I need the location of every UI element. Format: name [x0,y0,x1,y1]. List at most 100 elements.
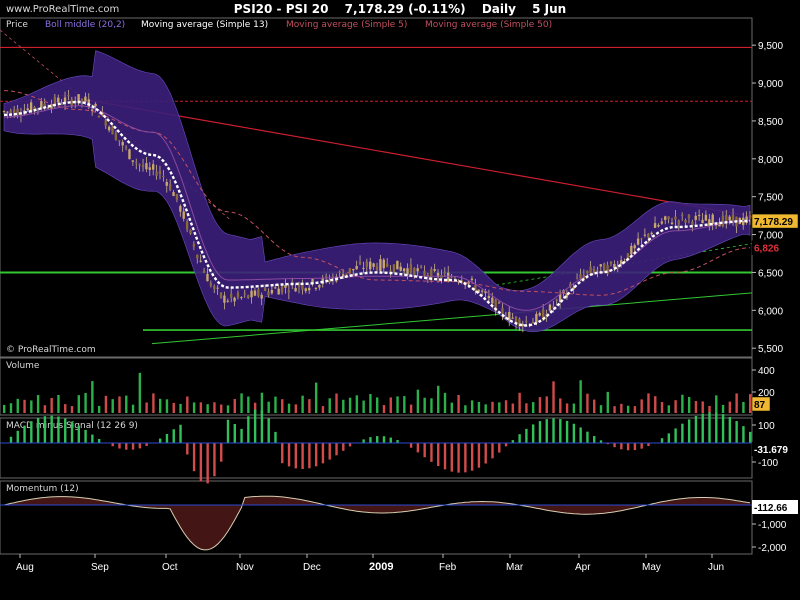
volume-bar [559,398,562,413]
volume-bar [348,397,352,413]
candle-body [497,302,501,304]
volume-bar [470,400,474,413]
volume-bar [552,381,555,413]
price-tick-label: 7,500 [758,193,783,204]
value-badges: 7,178.29 6,826 87 -31.679 -112.66 [751,213,799,514]
candle-body [389,270,392,272]
candle-body [667,216,670,220]
candle-body [294,287,297,292]
macd-bar [23,425,26,443]
macd-bar [504,443,508,447]
volume-bar [511,403,515,413]
candle-body [352,268,355,271]
volume-bar [192,402,196,413]
candle-body [2,111,6,113]
volume-bar [660,402,664,413]
legend-boll: Boll middle (20,2) [45,20,125,30]
macd-bar [226,419,230,443]
volume-bar [640,399,643,413]
candle-body [596,269,599,271]
volume-bar [633,406,637,413]
candle-body [555,299,558,301]
macd-bar [247,416,250,443]
candle-body [345,273,348,275]
volume-bar [620,403,623,413]
volume-bar [525,403,528,413]
volume-bar [376,397,379,413]
macd-bar [308,443,311,469]
macd-bar [165,433,169,443]
candle-body [501,307,504,314]
momentum-tick-label: -2,000 [758,543,787,554]
macd-bar [437,443,440,467]
volume-bar [593,399,596,413]
volume-bar [626,405,630,413]
volume-bar [437,385,440,413]
candle-body [589,266,592,273]
volume-bar [518,392,521,413]
candle-body [158,170,162,175]
macd-bar [626,443,630,451]
macd-bar [125,443,128,450]
volume-bar [538,397,542,413]
volume-bar [247,396,250,413]
candle-body [270,289,274,294]
volume-bar [579,380,582,413]
candle-body [277,288,280,295]
candle-body [90,109,94,112]
macd-bar [423,443,426,458]
candle-body [128,149,131,160]
candle-body [355,265,358,270]
candle-body [145,163,148,170]
candle-body [511,317,514,319]
candle-body [633,245,636,249]
candle-body [280,286,284,293]
candle-body [579,274,582,279]
volume-bar [77,395,80,413]
macd-bar [430,443,433,462]
volume-bar [694,401,698,413]
macd-bar [267,418,270,443]
volume-bar [97,405,101,413]
price-tick-label: 7,000 [758,231,783,242]
macd-bar [409,443,413,448]
volume-bar [681,394,684,413]
volume-bar [321,406,325,413]
volume-bar [104,395,108,413]
volume-bar [165,399,169,413]
volume-bar [416,389,420,413]
volume-bar [735,393,738,413]
macd-bar [342,443,345,451]
macd-bar [369,437,372,443]
candle-body [338,271,341,273]
candle-body [230,293,233,298]
volume-bar [586,393,589,413]
volume-bar [389,397,392,413]
price-tick-label: 6,500 [758,268,783,279]
candle-body [392,264,396,273]
candle-body [630,245,633,255]
volume-bar [308,399,311,413]
candle-body [53,96,57,105]
volume-bar [369,394,372,413]
macd-bar [749,431,752,443]
volume-bar [335,393,338,413]
macd-bar [314,443,318,467]
candle-body [179,205,182,212]
macd-bar [118,443,121,449]
macd-bar [199,443,203,482]
macd-bar [416,443,420,453]
candle-body [318,284,321,288]
macd-bar [620,443,623,450]
candle-body [609,261,613,265]
macd-bar [572,423,576,443]
volume-bar [708,405,711,413]
candle-body [694,215,697,220]
candle-body [680,214,684,216]
volume-bar [721,404,725,413]
x-axis: Aug Sep Oct Nov Dec 2009 Feb Mar Apr May Jun [16,554,724,573]
volume-bar [531,402,535,413]
x-tick-label: Jun [708,562,724,573]
candle-body [552,306,555,308]
candle-body [250,290,253,298]
